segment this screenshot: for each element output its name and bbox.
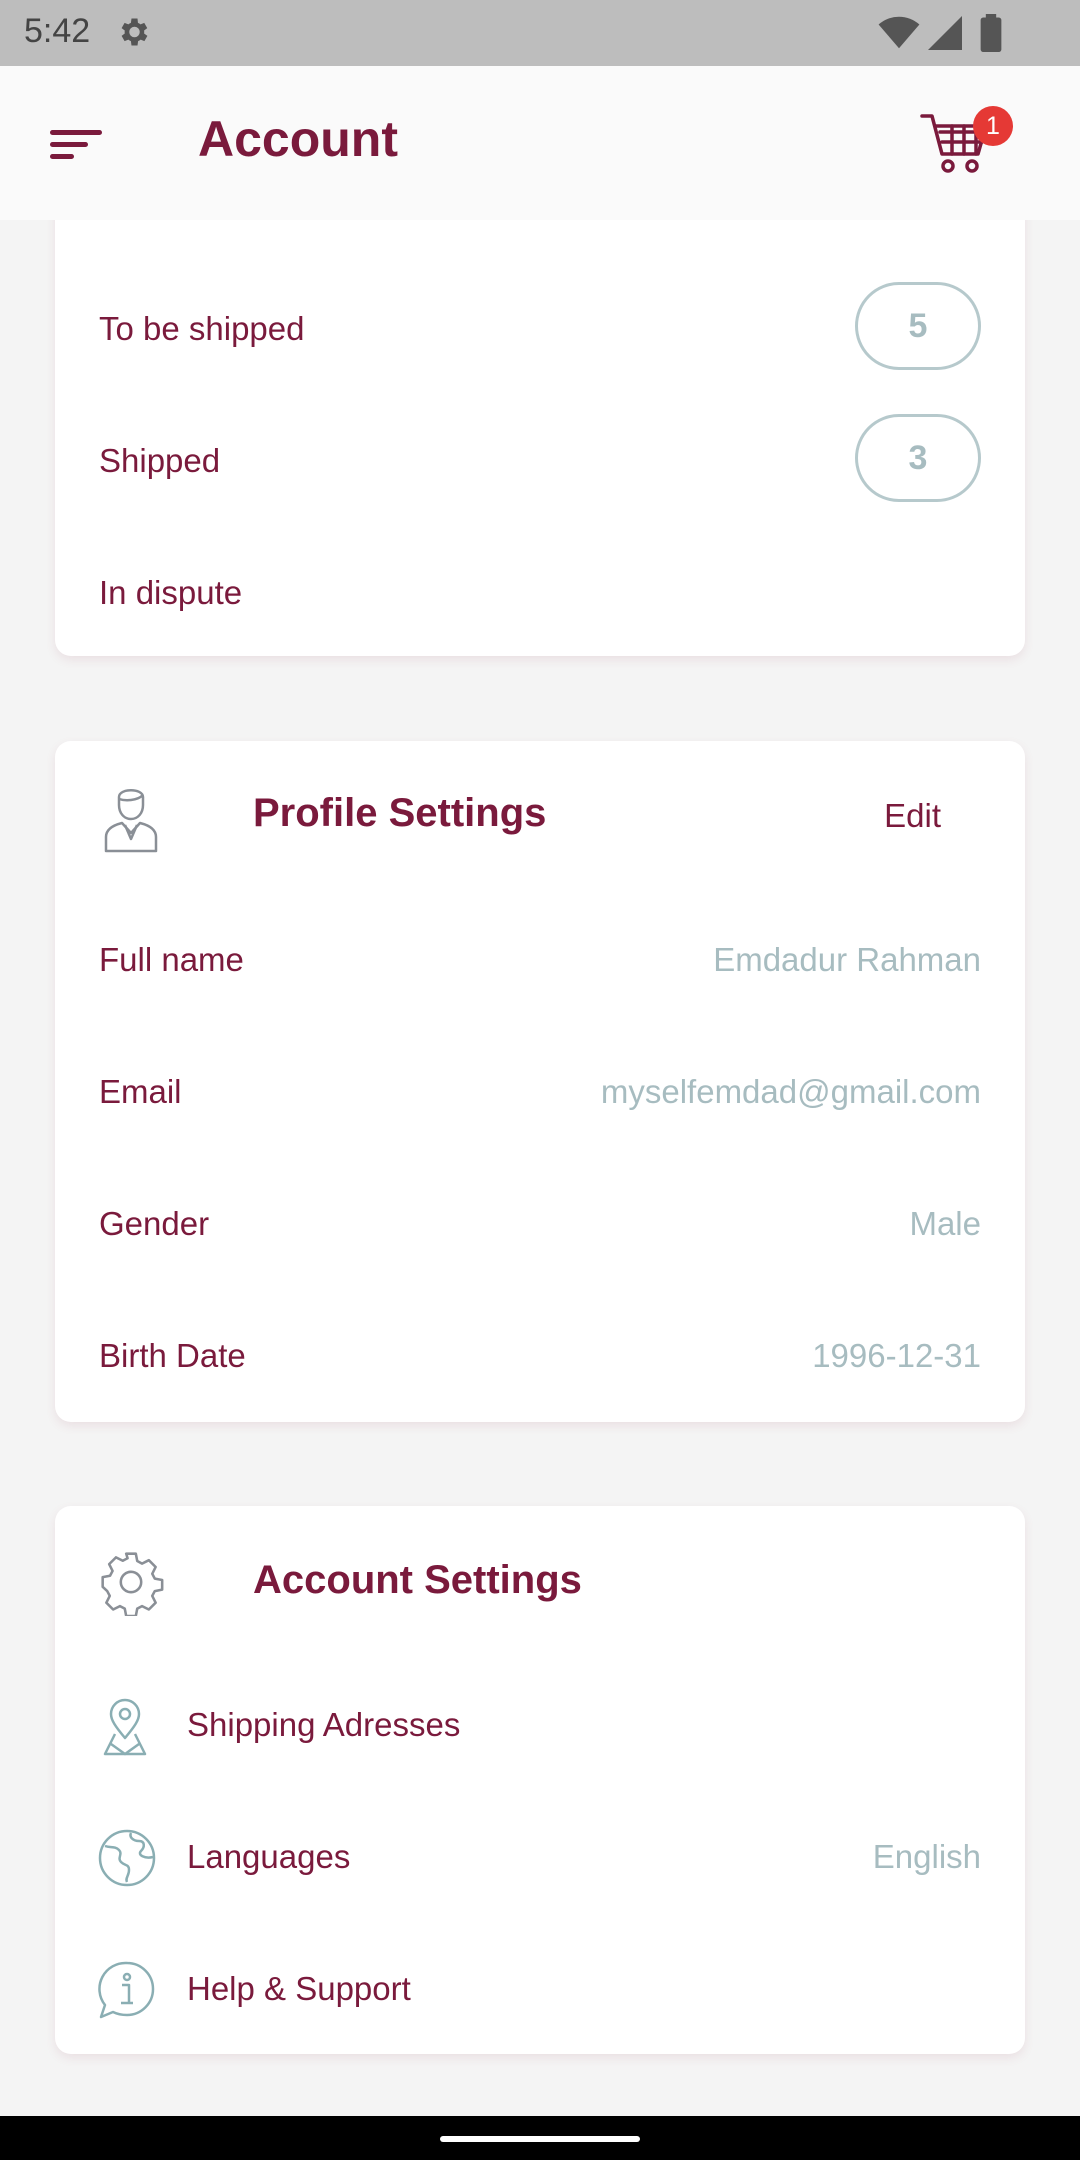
menu-icon[interactable] (50, 122, 104, 166)
account-settings-card: Account Settings Shipping Adresses Langu… (55, 1506, 1025, 2054)
orders-row-label: In dispute (99, 574, 243, 611)
gear-icon (101, 1552, 164, 1616)
field-value: myselfemdad@gmail.com (600, 1073, 981, 1110)
account-item-value: English (872, 1838, 981, 1875)
field-label: Full name (99, 941, 244, 978)
home-gesture-handle[interactable] (440, 2136, 640, 2142)
field-value: 1996-12-31 (812, 1337, 981, 1374)
order-count-pill: 3 (855, 414, 981, 502)
field-value: Male (909, 1205, 981, 1242)
account-item-label: Shipping Adresses (187, 1706, 461, 1743)
field-value: Emdadur Rahman (713, 941, 981, 978)
scroll-content[interactable]: To be shipped 5 Shipped 3 In dispute Pro… (0, 0, 1080, 2160)
field-label: Birth Date (99, 1337, 246, 1374)
map-pin-icon (103, 1698, 147, 1756)
profile-settings-card: Profile Settings Edit Full name Emdadur … (55, 741, 1025, 1422)
account-item-label: Languages (187, 1838, 351, 1875)
account-settings-title: Account Settings (253, 1558, 582, 1602)
globe-icon (98, 1829, 156, 1887)
system-nav-bar (0, 2116, 1080, 2160)
profile-settings-title: Profile Settings (253, 791, 547, 835)
page-title: Account (198, 111, 398, 167)
account-item-label: Help & Support (187, 1970, 411, 2007)
field-label: Gender (99, 1205, 210, 1242)
orders-card: To be shipped 5 Shipped 3 In dispute (55, 114, 1025, 656)
user-profile-icon (104, 789, 158, 853)
field-label: Email (99, 1073, 182, 1110)
cart-badge: 1 (973, 106, 1013, 146)
orders-row-label: Shipped (99, 442, 221, 479)
orders-row-label: To be shipped (99, 310, 305, 347)
edit-profile-button[interactable]: Edit (884, 797, 941, 835)
order-count-pill: 5 (855, 282, 981, 370)
info-chat-icon (98, 1961, 155, 2019)
app-bar: Account 1 (0, 66, 1080, 220)
